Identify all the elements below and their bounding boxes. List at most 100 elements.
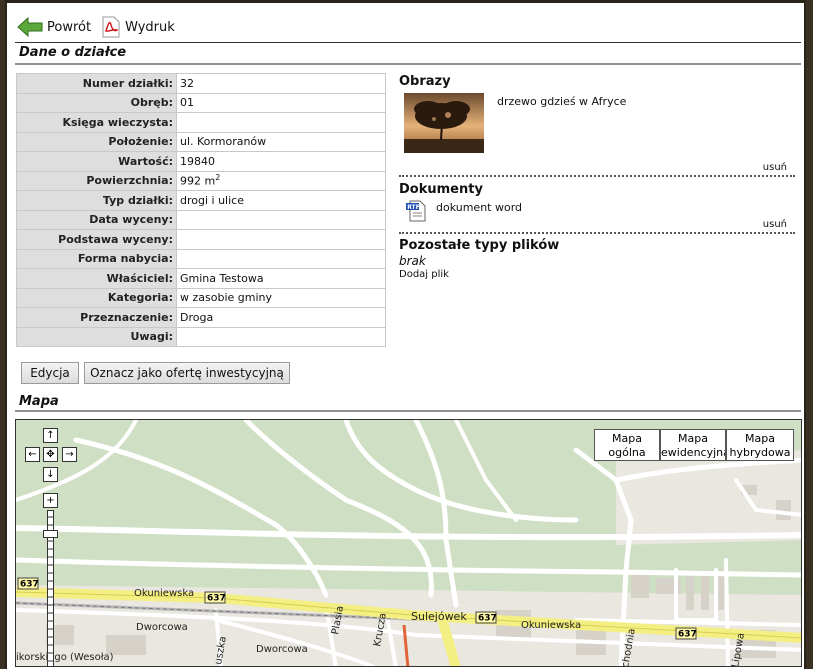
other-files-empty: brak bbox=[399, 254, 426, 268]
detail-value-cell: 992 m2 bbox=[176, 170, 386, 191]
map-view[interactable]: Okuniewska Okuniewska Sulejówek Dworcowa… bbox=[15, 419, 802, 667]
edit-button[interactable]: Edycja bbox=[21, 362, 79, 384]
route-shield-label: 637 bbox=[20, 580, 39, 590]
detail-label: Obręb: bbox=[16, 92, 177, 113]
street-label: ikorskiego (Wesoła) bbox=[16, 652, 114, 663]
images-block: drzewo gdzieś w Afryce usuń bbox=[399, 89, 795, 177]
map-type-general-line2: ogólna bbox=[608, 446, 646, 459]
detail-value-cell: 19840 bbox=[176, 151, 386, 172]
detail-row: Położenie: ul. Kormoranów bbox=[16, 131, 386, 152]
other-files-heading: Pozostałe typy plików bbox=[399, 238, 560, 253]
detail-row: Powierzchnia: 992 m2 bbox=[16, 170, 386, 191]
pdf-icon bbox=[102, 16, 120, 38]
street-label: Okuniewska bbox=[521, 620, 581, 631]
pan-down-icon[interactable]: ↓ bbox=[43, 467, 58, 482]
detail-label: Przeznaczenie: bbox=[16, 307, 177, 328]
detail-label: Powierzchnia: bbox=[16, 170, 177, 191]
map-type-cadastral-button[interactable]: Mapa ewidencyjna bbox=[660, 429, 726, 461]
detail-value-cell bbox=[176, 112, 386, 133]
back-arrow-icon bbox=[17, 17, 43, 37]
image-remove-link[interactable]: usuń bbox=[763, 162, 795, 173]
back-button[interactable]: Powrót bbox=[17, 17, 91, 37]
pan-up-icon[interactable]: ↑ bbox=[43, 428, 58, 443]
route-shield-label: 637 bbox=[678, 630, 697, 640]
detail-label: Położenie: bbox=[16, 131, 177, 152]
toolbar: Powrót Wydruk bbox=[17, 12, 175, 42]
document-remove-link[interactable]: usuń bbox=[763, 219, 795, 230]
detail-label: Numer działki: bbox=[16, 73, 177, 94]
documents-heading: Dokumenty bbox=[399, 182, 483, 197]
route-shield-label: 637 bbox=[207, 594, 226, 604]
detail-label: Księga wieczysta: bbox=[16, 112, 177, 133]
street-label: Dworcowa bbox=[256, 644, 308, 655]
pan-center-icon[interactable]: ✥ bbox=[43, 447, 58, 462]
detail-label: Kategoria: bbox=[16, 287, 177, 308]
detail-value-cell bbox=[176, 326, 386, 347]
map-type-general-button[interactable]: Mapa ogólna bbox=[594, 429, 660, 461]
document-link[interactable]: dokument word bbox=[436, 201, 522, 214]
detail-row: Forma nabycia: bbox=[16, 248, 386, 269]
detail-value: w zasobie gminy bbox=[180, 291, 273, 305]
details-table: Numer działki: 32 Obręb: 01 Księga wieczysta… bbox=[16, 73, 386, 347]
add-file-link[interactable]: Dodaj plik bbox=[399, 269, 795, 280]
detail-label: Data wyceny: bbox=[16, 209, 177, 230]
image-caption: drzewo gdzieś w Afryce bbox=[497, 95, 627, 108]
zoom-in-icon[interactable]: + bbox=[43, 493, 58, 508]
toolbar-divider bbox=[15, 42, 801, 43]
street-label: Dworcowa bbox=[136, 622, 188, 633]
attachments-panel: Obrazy drzewo gdzieś w Afryce usuń Dokum… bbox=[399, 74, 795, 280]
detail-value: ul. Kormoranów bbox=[180, 135, 267, 149]
details-section-title: Dane o działce bbox=[19, 45, 127, 60]
detail-value-cell: drogi i ulice bbox=[176, 190, 386, 211]
detail-label: Typ działki: bbox=[16, 190, 177, 211]
detail-value-cell bbox=[176, 229, 386, 250]
detail-row: Obręb: 01 bbox=[16, 92, 386, 113]
detail-value-cell: ul. Kormoranów bbox=[176, 131, 386, 152]
print-button[interactable]: Wydruk bbox=[101, 16, 175, 38]
map-section-title: Mapa bbox=[19, 394, 59, 409]
detail-row: Uwagi: bbox=[16, 326, 386, 347]
zoom-slider-handle[interactable] bbox=[43, 530, 58, 538]
map-type-cadastral-line2: ewidencyjna bbox=[661, 446, 726, 459]
map-type-hybrid-line1: Mapa bbox=[745, 432, 775, 445]
detail-value-cell bbox=[176, 209, 386, 230]
documents-block: RTF dokument word usuń bbox=[399, 197, 795, 234]
detail-label: Podstawa wyceny: bbox=[16, 229, 177, 250]
detail-value-cell: Gmina Testowa bbox=[176, 268, 386, 289]
rtf-icon-text: RTF bbox=[407, 204, 420, 211]
detail-label: Forma nabycia: bbox=[16, 248, 177, 269]
detail-value: 32 bbox=[180, 76, 194, 90]
detail-value: Gmina Testowa bbox=[180, 271, 264, 285]
detail-value: 992 m bbox=[180, 175, 216, 189]
tree-thumbnail[interactable] bbox=[404, 93, 484, 153]
detail-row: Właściciel: Gmina Testowa bbox=[16, 268, 386, 289]
detail-value-cell: w zasobie gminy bbox=[176, 287, 386, 308]
detail-value: drogi i ulice bbox=[180, 193, 244, 207]
page-frame: Powrót Wydruk Dane o działce Numer dział… bbox=[5, 0, 806, 669]
detail-row: Wartość: 19840 bbox=[16, 151, 386, 172]
detail-row: Przeznaczenie: Droga bbox=[16, 307, 386, 328]
map-type-cadastral-line1: Mapa bbox=[678, 432, 708, 445]
images-heading: Obrazy bbox=[399, 74, 451, 89]
back-label: Powrót bbox=[47, 19, 92, 35]
pan-right-icon[interactable]: → bbox=[62, 447, 77, 462]
rtf-document-icon: RTF bbox=[406, 200, 426, 222]
street-label: Okuniewska bbox=[134, 588, 194, 599]
detail-row: Typ działki: drogi i ulice bbox=[16, 190, 386, 211]
detail-value-cell: 32 bbox=[176, 73, 386, 94]
detail-value-cell bbox=[176, 248, 386, 269]
details-title-rule bbox=[15, 63, 801, 65]
detail-label: Właściciel: bbox=[16, 268, 177, 289]
map-title-rule bbox=[15, 410, 801, 412]
map-type-general-line1: Mapa bbox=[612, 432, 642, 445]
mark-investment-button[interactable]: Oznacz jako ofertę inwestycyjną bbox=[84, 362, 290, 384]
print-label: Wydruk bbox=[125, 19, 175, 35]
map-type-hybrid-button[interactable]: Mapa hybrydowa bbox=[726, 429, 794, 461]
detail-row: Podstawa wyceny: bbox=[16, 229, 386, 250]
detail-value: Droga bbox=[180, 310, 214, 324]
detail-row: Księga wieczysta: bbox=[16, 112, 386, 133]
pan-left-icon[interactable]: ← bbox=[25, 447, 40, 462]
detail-row: Data wyceny: bbox=[16, 209, 386, 230]
detail-value-superscript: 2 bbox=[215, 173, 221, 183]
map-type-hybrid-line2: hybrydowa bbox=[729, 446, 791, 459]
